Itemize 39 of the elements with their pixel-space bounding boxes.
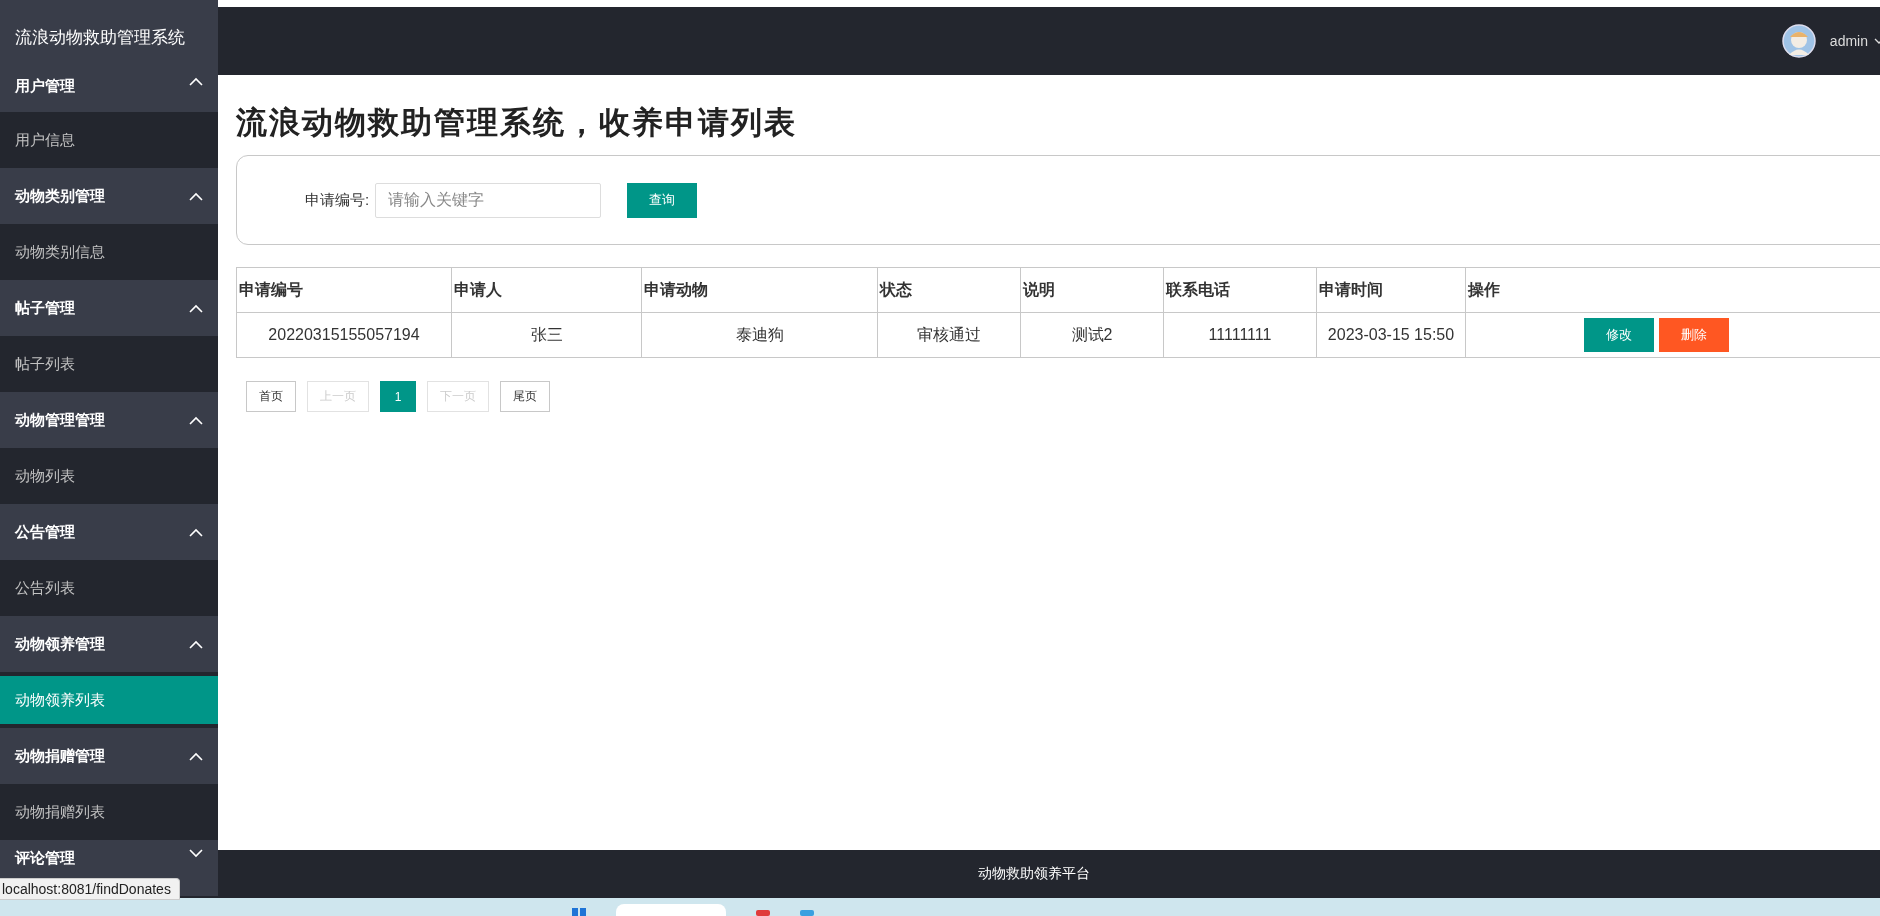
column-header: 操作 bbox=[1465, 267, 1880, 313]
column-header: 说明 bbox=[1020, 267, 1164, 313]
edit-button[interactable]: 修改 bbox=[1584, 318, 1654, 352]
column-header: 申请动物 bbox=[641, 267, 878, 313]
page-button[interactable]: 首页 bbox=[246, 381, 296, 412]
column-header: 状态 bbox=[877, 267, 1021, 313]
table-cell: 11111111 bbox=[1163, 312, 1317, 358]
search-button[interactable]: 查询 bbox=[627, 182, 698, 218]
table-cell: 泰迪狗 bbox=[641, 312, 878, 358]
menu-group[interactable]: 用户管理 bbox=[0, 75, 218, 112]
table-cell: 20220315155057194 bbox=[236, 312, 452, 358]
footer-text: 动物救助领养平台 bbox=[978, 865, 1090, 883]
user-menu[interactable]: admin bbox=[1829, 33, 1880, 49]
table-cell: 张三 bbox=[451, 312, 642, 358]
column-header: 申请编号 bbox=[236, 267, 452, 313]
table-cell: 测试2 bbox=[1020, 312, 1164, 358]
avatar-icon[interactable] bbox=[1781, 24, 1816, 58]
search-field[interactable]: 请输入关键字 bbox=[375, 182, 602, 218]
column-header: 申请时间 bbox=[1316, 267, 1466, 313]
page-button[interactable]: 尾页 bbox=[500, 381, 550, 412]
app-title: 流浪动物救助管理系统 bbox=[15, 27, 185, 49]
app-icon[interactable] bbox=[800, 908, 814, 916]
table-cell: 2023-03-15 15:50 bbox=[1316, 312, 1466, 358]
page-button[interactable]: 1 bbox=[380, 381, 416, 412]
menu-group[interactable]: 动物捐赠管理 bbox=[0, 728, 218, 784]
table-cell: 审核通过 bbox=[877, 312, 1021, 358]
menu-group[interactable]: 公告管理 bbox=[0, 504, 218, 560]
windows-icon[interactable] bbox=[572, 906, 586, 916]
search-label: 申请编号: bbox=[305, 190, 370, 210]
menu-group[interactable]: 动物管理管理 bbox=[0, 392, 218, 448]
menu-group[interactable]: 帖子管理 bbox=[0, 280, 218, 336]
status-tooltip: localhost:8081/findDonates bbox=[0, 878, 180, 900]
column-header: 申请人 bbox=[451, 267, 642, 313]
page-title: 流浪动物救助管理系统，收养申请列表 bbox=[236, 103, 798, 142]
column-header: 联系电话 bbox=[1163, 267, 1317, 313]
app-icon[interactable] bbox=[756, 908, 770, 916]
menu-group[interactable]: 动物领养管理 bbox=[0, 616, 218, 672]
menu-group[interactable]: 动物类别管理 bbox=[0, 168, 218, 224]
menu-item[interactable]: 动物领养列表 bbox=[0, 676, 218, 724]
